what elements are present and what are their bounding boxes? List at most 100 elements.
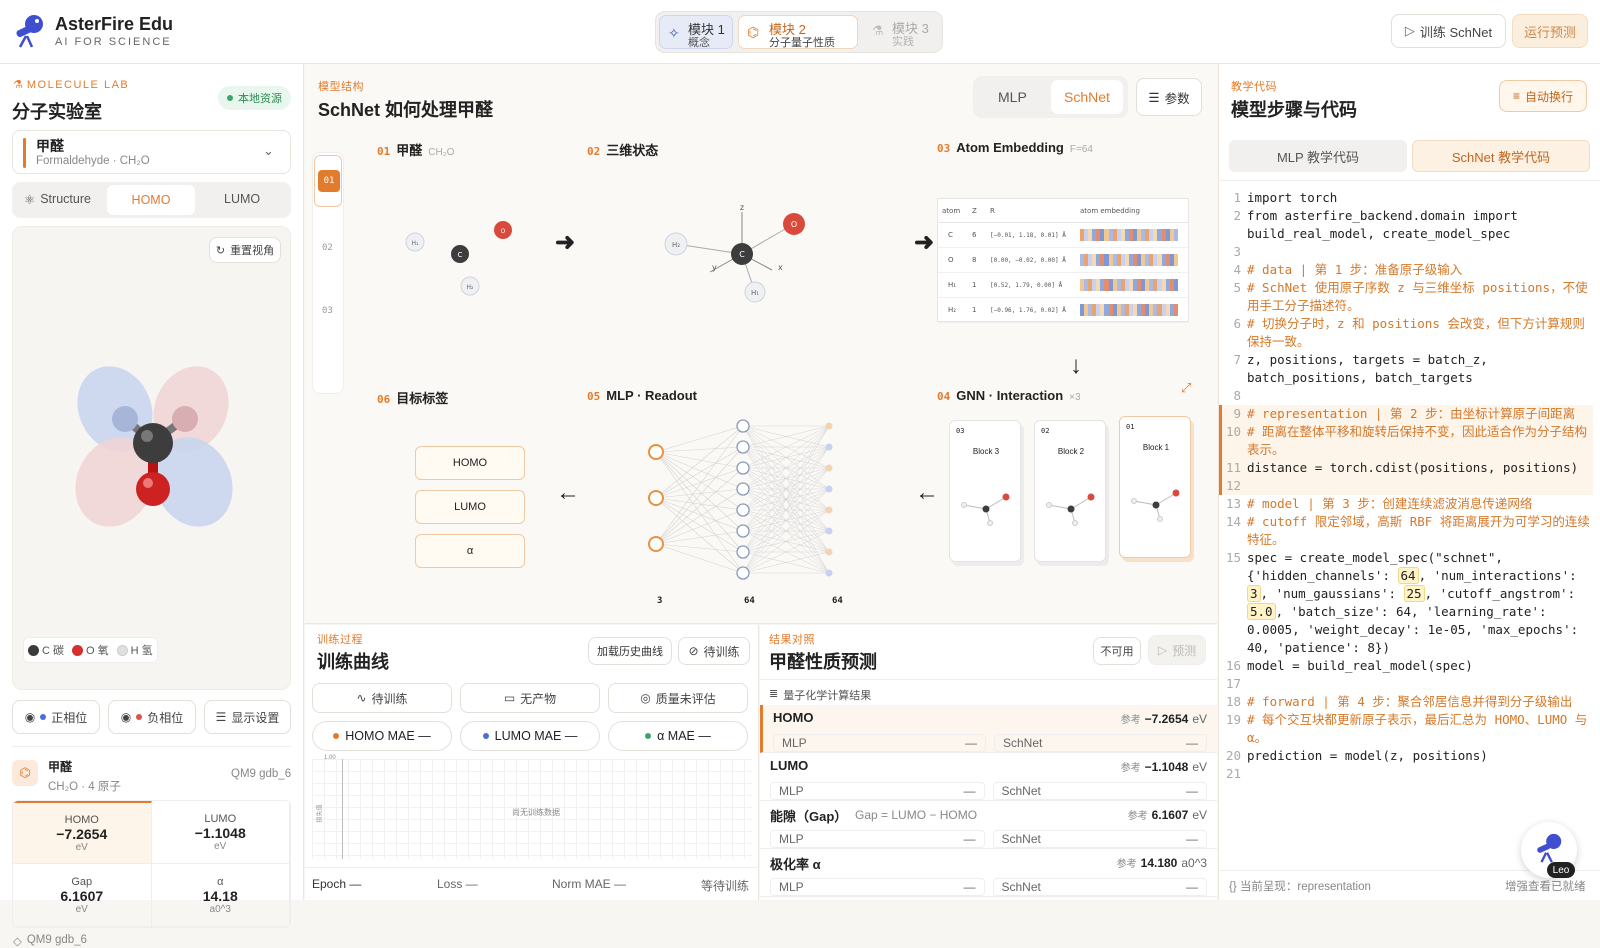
- panel-title: 分子实验室: [12, 102, 102, 122]
- model-title: SchNet 如何处理甲醛: [318, 100, 494, 120]
- embedding-vector: [1080, 229, 1178, 241]
- step-01-title: 01 甲醛 CH₂O: [377, 143, 455, 158]
- svg-text:O: O: [791, 220, 797, 229]
- schnet-prediction: SchNet —: [994, 734, 1207, 752]
- step-05-title: 05 MLP · Readout: [587, 388, 698, 403]
- tab-mlp[interactable]: MLP: [998, 89, 1027, 105]
- embedding-row: H₂ 1 [−0.96, 1.76, 0.02] Å: [938, 298, 1188, 323]
- training-kicker: 训练过程: [317, 634, 363, 646]
- info-name: 甲醛: [48, 760, 73, 774]
- step-nav-02[interactable]: 02: [322, 243, 333, 253]
- prop-homo: HOMO −7.2654 eV: [13, 801, 152, 864]
- predict-button[interactable]: ▷ 预测: [1148, 635, 1206, 665]
- molecule-select[interactable]: 甲醛 Formaldehyde · CH₂O ⌄: [12, 130, 291, 174]
- play-icon: ▷: [1157, 643, 1168, 657]
- training-wait-status: 等待训练: [701, 879, 750, 893]
- y-tick-label: 1.00: [324, 755, 336, 761]
- results-title: 甲醛性质预测: [769, 652, 877, 672]
- step-nav-01[interactable]: 01: [314, 155, 342, 207]
- local-resource-badge: 本地资源: [218, 86, 291, 110]
- step-nav-03[interactable]: 03: [322, 306, 333, 316]
- code-line: 9 # representation | 第 2 步：由坐标计算原子间距离: [1219, 405, 1593, 423]
- target-alpha: α: [415, 534, 525, 568]
- tab-schnet-code[interactable]: SchNet 教学代码: [1412, 140, 1590, 172]
- embedding-row: O 8 [0.00, −0.02, 0.00] Å: [938, 248, 1188, 273]
- load-history-button[interactable]: 加载历史曲线: [588, 637, 672, 665]
- layer-out-label: 64: [832, 596, 843, 606]
- code-line: 12: [1219, 477, 1593, 495]
- mlp-readout-diagram: [648, 419, 833, 580]
- positive-phase-toggle[interactable]: ◉ 正相位: [12, 700, 100, 734]
- code-editor[interactable]: 1 import torch 2 from asterfire_backend.dom…: [1219, 189, 1593, 839]
- assistant-avatar[interactable]: Leo: [1521, 822, 1577, 878]
- model-tabs: MLP SchNet: [973, 76, 1128, 118]
- svg-text:H₁: H₁: [412, 240, 420, 247]
- interaction-block[interactable]: 01 Block 1: [1119, 416, 1191, 558]
- tab-lumo[interactable]: LUMO: [224, 192, 260, 206]
- tab-schnet[interactable]: SchNet: [1051, 80, 1123, 114]
- reset-view-button[interactable]: ↻ 重置视角: [209, 237, 281, 263]
- module-3-tab[interactable]: ⚗ 模块 3 实践: [862, 15, 938, 49]
- svg-text:x: x: [778, 263, 783, 272]
- svg-text:z: z: [740, 204, 744, 212]
- negative-phase-toggle[interactable]: ◉ 负相位: [108, 700, 196, 734]
- orbital-tabs: ⚛ Structure HOMO LUMO: [12, 182, 291, 218]
- norm-mae-readout: Norm MAE —: [552, 877, 627, 891]
- metric-homo-mae: HOMO MAE —: [312, 721, 452, 751]
- info-source: QM9 gdb_6: [231, 768, 292, 780]
- display-settings-button[interactable]: ☰ 显示设置: [204, 700, 291, 734]
- expand-icon[interactable]: ⤢: [1181, 380, 1191, 396]
- schnet-prediction: SchNet —: [992, 782, 1207, 800]
- svg-text:H₁: H₁: [751, 289, 759, 297]
- train-schnet-button[interactable]: ▷ 训练 SchNet: [1391, 14, 1506, 48]
- legend-carbon: C 碳: [28, 642, 64, 658]
- chevron-down-icon: ⌄: [263, 143, 274, 158]
- code-line: 5 # SchNet 使用原子序数 z 与三维坐标 positions，不使用手工…: [1233, 280, 1588, 313]
- module-2-tab[interactable]: ⌬ 模块 2 分子量子性质: [738, 15, 858, 49]
- training-chart-area: 1.00 损失值 尚无训练数据: [312, 755, 752, 859]
- results-kicker: 结果对照: [769, 634, 815, 646]
- embedding-vector: [1080, 304, 1178, 316]
- telescope-logo-icon: [16, 15, 43, 48]
- training-title: 训练曲线: [317, 652, 389, 672]
- code-line: 6 # 切换分子时，z 和 positions 会改变，但下方计算规则保持一致。: [1233, 316, 1585, 349]
- atom-embedding-table: atom Z Ratom embedding C 6 [−0.01, 1.18, 0.0…: [937, 198, 1189, 323]
- legend-hydrogen: H 氢: [116, 642, 153, 658]
- chip-no-artifact: ▭ 无产物: [460, 683, 600, 713]
- interaction-block[interactable]: 02 Block 2: [1034, 420, 1106, 562]
- code-line: 3: [1233, 244, 1241, 259]
- interaction-block[interactable]: 03 Block 3: [949, 420, 1021, 562]
- step-02-title: 02 三维状态: [587, 143, 659, 158]
- brand-tagline: AI FOR SCIENCE: [55, 36, 172, 48]
- schnet-prediction: SchNet —: [992, 830, 1207, 848]
- database-icon: ≣: [769, 688, 779, 700]
- check-circle-icon: ◎: [640, 691, 651, 705]
- molecule-viewer[interactable]: ↻ 重置视角 C 碳 O 氧 H 氢: [12, 226, 291, 690]
- sparkle-icon: ✧: [668, 25, 680, 41]
- run-predict-button[interactable]: 运行预测: [1512, 14, 1588, 48]
- module-1-tab[interactable]: ✧ 模块 1 概念: [659, 15, 733, 49]
- result-rows: HOMO 参考 −7.2654 eV MLP — SchNet — LUMO 参考 −1.1048 e…: [760, 705, 1217, 900]
- result-row: LUMO 参考 −1.1048 eV MLP — SchNet —: [760, 753, 1217, 801]
- tab-mlp-code[interactable]: MLP 教学代码: [1229, 140, 1407, 172]
- quantum-results-header: ≣ 量子化学计算结果: [769, 688, 872, 702]
- model-structure-panel: 模型结构 SchNet 如何处理甲醛 MLP SchNet ☰ 参数 01 02 …: [305, 64, 1217, 624]
- auto-wrap-button[interactable]: ≡ 自动换行: [1499, 80, 1587, 112]
- rotate-icon: ↻: [215, 244, 226, 257]
- prop-alpha: α 14.18 a0^3: [151, 864, 290, 927]
- step-nav: 01 02 03: [312, 152, 344, 394]
- atom-legend: C 碳 O 氧 H 氢: [23, 637, 158, 663]
- embedding-row: C 6 [−0.01, 1.18, 0.01] Å: [938, 223, 1188, 248]
- dataset-footer: ◇ QM9 gdb_6: [13, 934, 87, 948]
- code-status-right: 增强查看已就绪: [1505, 881, 1586, 893]
- code-line: 7 z, positions, targets = batch_z, batch_…: [1233, 352, 1496, 385]
- interaction-blocks: 03 Block 3 02 Block 2 01 Block 1: [937, 416, 1197, 576]
- params-button[interactable]: ☰ 参数: [1136, 78, 1202, 116]
- y-axis-label: 损失值: [317, 804, 324, 823]
- code-line: 20 prediction = model(z, positions): [1225, 748, 1488, 763]
- structure-icon: ⚛: [24, 193, 36, 207]
- legend-oxygen: O 氧: [72, 642, 109, 658]
- code-line: 14 # cutoff 限定邻域，高斯 RBF 将距离展开为可学习的连续特征。: [1225, 514, 1590, 547]
- tab-homo[interactable]: HOMO: [107, 185, 195, 215]
- tab-structure[interactable]: ⚛ Structure: [24, 192, 91, 207]
